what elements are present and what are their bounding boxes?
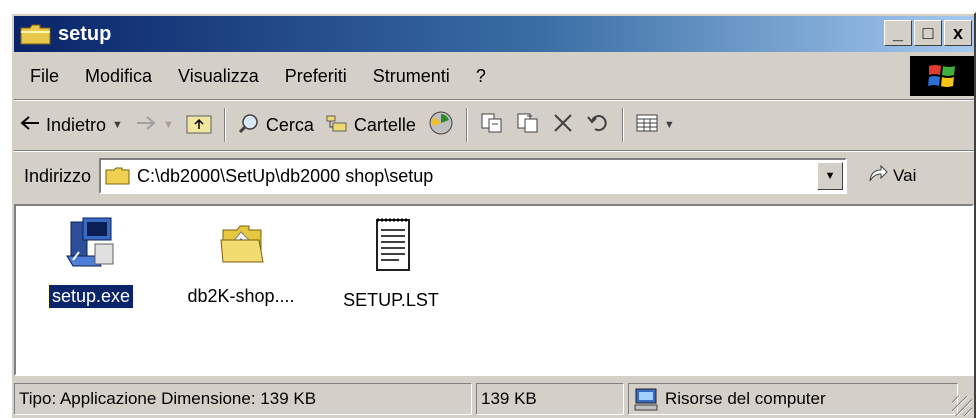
forward-button[interactable]: ▼ [129, 106, 180, 144]
file-label: db2K-shop.... [187, 286, 295, 306]
menu-preferiti[interactable]: Preferiti [285, 66, 347, 87]
address-bar: Indirizzo C:\db2000\SetUp\db2000 shop\se… [14, 154, 974, 198]
file-item-setup-exe[interactable]: setup.exe [26, 216, 156, 309]
folder-icon [215, 216, 267, 275]
address-input[interactable]: C:\db2000\SetUp\db2000 shop\setup ▼ [99, 158, 848, 194]
file-item-setup-lst[interactable]: SETUP.LST [326, 216, 456, 312]
menu-strumenti[interactable]: Strumenti [373, 66, 450, 87]
forward-arrow-icon [135, 115, 157, 136]
undo-button[interactable] [580, 106, 616, 144]
go-arrow-icon [867, 164, 889, 189]
search-icon [238, 112, 260, 139]
up-folder-button[interactable] [180, 106, 218, 144]
delete-button[interactable] [546, 106, 580, 144]
folders-button[interactable]: Cartelle [320, 106, 422, 144]
status-bar: Tipo: Applicazione Dimensione: 139 KB 13… [14, 380, 974, 418]
go-label: Vai [893, 166, 917, 185]
history-button[interactable] [422, 106, 460, 144]
undo-icon [586, 113, 610, 138]
toolbar-separator [223, 108, 226, 142]
file-label: setup.exe [47, 284, 135, 309]
address-path: C:\db2000\SetUp\db2000 shop\setup [137, 165, 434, 186]
dropdown-arrow-icon[interactable]: ▼ [664, 119, 675, 131]
menu-separator [14, 99, 974, 101]
resize-grip[interactable] [952, 396, 972, 416]
menu-file[interactable]: File [30, 66, 59, 87]
folders-label: Cartelle [353, 114, 416, 135]
close-button[interactable]: x [944, 20, 972, 46]
views-button[interactable]: ▼ [630, 106, 681, 144]
text-document-icon [365, 216, 417, 279]
status-size: 139 KB [476, 383, 624, 415]
window-controls: _ □ x [884, 20, 972, 46]
go-button[interactable]: Vai [867, 164, 916, 189]
setup-program-icon [65, 216, 117, 275]
back-button[interactable]: Indietro ▼ [14, 106, 129, 144]
maximize-button[interactable]: □ [914, 20, 942, 46]
toolbar-separator-line [14, 150, 974, 152]
standard-toolbar: Indietro ▼ ▼ Cerca Cartelle ▼ [14, 102, 974, 148]
search-label: Cerca [265, 114, 314, 135]
search-button[interactable]: Cerca [232, 106, 320, 144]
back-label: Indietro [46, 114, 107, 135]
dropdown-arrow-icon[interactable]: ▼ [163, 119, 174, 131]
address-dropdown-button[interactable]: ▼ [817, 162, 844, 190]
folder-icon [20, 22, 52, 46]
file-label: SETUP.LST [343, 290, 439, 310]
copy-to-icon [516, 112, 540, 139]
dropdown-arrow-icon[interactable]: ▼ [112, 119, 123, 131]
views-icon [636, 113, 658, 138]
file-list-view[interactable]: setup.exe db2K-shop.... SETUP.LST [14, 204, 974, 376]
folders-tree-icon [326, 113, 348, 138]
move-to-icon [480, 112, 504, 139]
address-label: Indirizzo [24, 165, 92, 186]
back-arrow-icon [20, 115, 40, 136]
delete-icon [552, 112, 574, 139]
folder-icon [105, 166, 131, 186]
toolbar-separator [621, 108, 624, 142]
explorer-window: setup _ □ x File Modifica Visualizza Pre… [10, 12, 976, 418]
move-to-button[interactable] [474, 106, 510, 144]
menu-bar: File Modifica Visualizza Preferiti Strum… [14, 54, 974, 98]
my-computer-icon [633, 387, 659, 411]
title-bar[interactable]: setup _ □ x [14, 16, 974, 52]
status-location: Risorse del computer [665, 389, 826, 408]
status-type-info: Tipo: Applicazione Dimensione: 139 KB [14, 383, 472, 415]
menu-visualizza[interactable]: Visualizza [178, 66, 259, 87]
window-title: setup [58, 22, 112, 45]
history-icon [428, 110, 454, 141]
up-folder-icon [186, 112, 212, 139]
windows-logo-icon [910, 56, 974, 96]
status-location-pane: Risorse del computer [628, 383, 958, 415]
menu-modifica[interactable]: Modifica [85, 66, 152, 87]
copy-to-button[interactable] [510, 106, 546, 144]
menu-help[interactable]: ? [476, 66, 486, 87]
file-item-db2k-shop[interactable]: db2K-shop.... [176, 216, 306, 308]
minimize-button[interactable]: _ [884, 20, 912, 46]
toolbar-separator [465, 108, 468, 142]
